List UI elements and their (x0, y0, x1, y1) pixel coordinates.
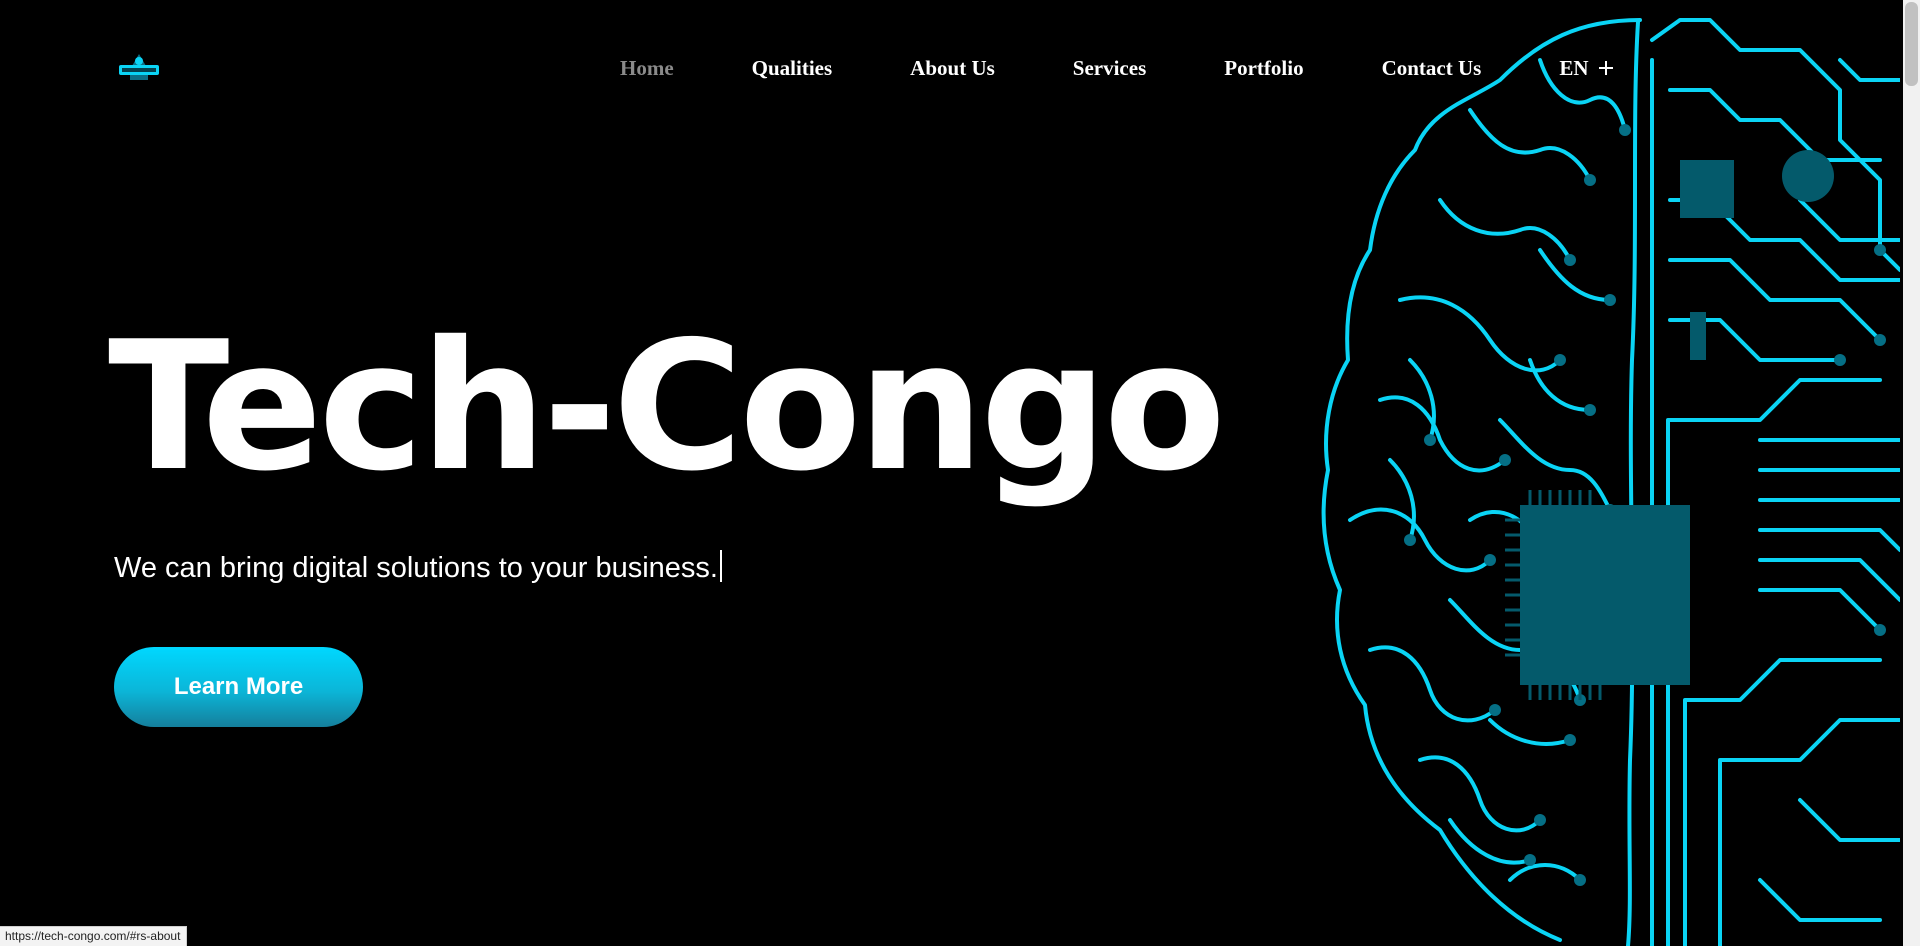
hero-subtitle: We can bring digital solutions to your b… (114, 550, 722, 585)
page-scrollbar[interactable] (1903, 0, 1920, 946)
plus-icon (1598, 61, 1613, 75)
page: Home Qualities About Us Services Portfol… (0, 0, 1920, 946)
language-label: EN (1559, 55, 1589, 80)
main-navigation: Home Qualities About Us Services Portfol… (620, 50, 1613, 86)
nav-item-qualities[interactable]: Qualities (752, 56, 833, 81)
status-bar-url: https://tech-congo.com/#rs-about (0, 926, 188, 946)
nav-item-portfolio[interactable]: Portfolio (1224, 56, 1303, 81)
learn-more-button[interactable]: Learn More (114, 647, 363, 727)
tech-congo-logo-icon[interactable] (118, 52, 160, 82)
nav-item-services[interactable]: Services (1073, 56, 1146, 81)
hero-title: Tech-Congo (108, 303, 1226, 510)
hero-subtitle-text: We can bring digital solutions to your b… (114, 552, 718, 584)
nav-item-contact-us[interactable]: Contact Us (1382, 56, 1482, 81)
language-selector[interactable]: EN (1559, 55, 1613, 81)
nav-item-home[interactable]: Home (620, 56, 674, 81)
typing-caret (719, 550, 722, 582)
scrollbar-thumb[interactable] (1905, 2, 1918, 86)
nav-item-about-us[interactable]: About Us (910, 56, 995, 81)
brain-circuit-illustration (1321, 18, 1900, 946)
